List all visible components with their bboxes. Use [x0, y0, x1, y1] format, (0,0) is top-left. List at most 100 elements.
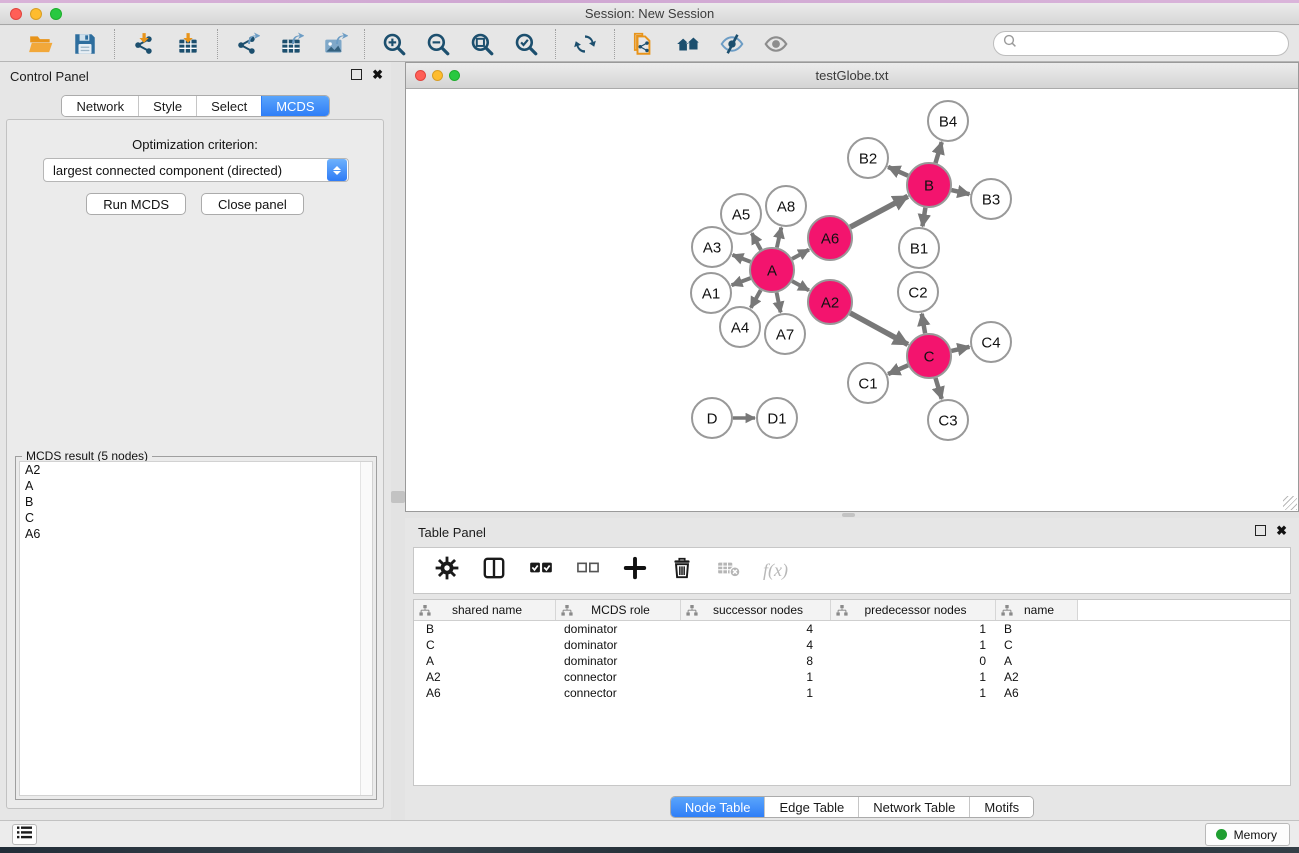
- zoom-in-button[interactable]: [379, 30, 409, 58]
- minimize-window-button[interactable]: [30, 8, 42, 20]
- zoom-fit-button[interactable]: [467, 30, 497, 58]
- network-minimize-button[interactable]: [432, 70, 443, 81]
- close-panel-button[interactable]: Close panel: [201, 193, 304, 215]
- graph-node-A[interactable]: A: [750, 248, 794, 292]
- new-network-selection-button[interactable]: [629, 30, 659, 58]
- table-cell[interactable]: B: [996, 622, 1078, 636]
- tab-motifs[interactable]: Motifs: [969, 797, 1033, 817]
- close-window-button[interactable]: [10, 8, 22, 20]
- table-cell[interactable]: 4: [681, 638, 831, 652]
- table-cell[interactable]: dominator: [556, 654, 681, 668]
- tab-style[interactable]: Style: [138, 96, 196, 116]
- graph-node-A4[interactable]: A4: [720, 307, 760, 347]
- mcds-result-item[interactable]: A2: [20, 462, 372, 478]
- mcds-result-item[interactable]: A: [20, 478, 372, 494]
- network-canvas[interactable]: B4B2BB3A8A5A6A3B1AA1C2A2A4A7C4CC1C3DD1: [407, 90, 1297, 510]
- graph-node-B3[interactable]: B3: [971, 179, 1011, 219]
- select-all-checks-button[interactable]: [528, 558, 554, 584]
- save-button[interactable]: [70, 30, 100, 58]
- graph-node-C1[interactable]: C1: [848, 363, 888, 403]
- import-network-button[interactable]: [129, 30, 159, 58]
- window-resize-grip[interactable]: [1283, 496, 1297, 510]
- graph-edge-A6-B[interactable]: [850, 196, 908, 227]
- graph-edge-A-A5[interactable]: [752, 233, 761, 250]
- graph-node-B2[interactable]: B2: [848, 138, 888, 178]
- table-cell[interactable]: connector: [556, 670, 681, 684]
- column-header-predecessor-nodes[interactable]: predecessor nodes: [831, 600, 996, 620]
- table-cell[interactable]: 0: [831, 654, 996, 668]
- table-cell[interactable]: A: [996, 654, 1078, 668]
- memory-button[interactable]: Memory: [1205, 823, 1290, 846]
- graph-edge-B-B1[interactable]: [922, 208, 925, 227]
- table-cell[interactable]: A2: [414, 670, 556, 684]
- graph-node-A5[interactable]: A5: [721, 194, 761, 234]
- table-cell[interactable]: C: [996, 638, 1078, 652]
- import-table-button[interactable]: [173, 30, 203, 58]
- table-cell[interactable]: connector: [556, 686, 681, 700]
- zoom-out-button[interactable]: [423, 30, 453, 58]
- graph-edge-C-C2[interactable]: [922, 314, 925, 334]
- network-maximize-button[interactable]: [449, 70, 460, 81]
- table-row[interactable]: A2connector11A2: [414, 669, 1290, 685]
- settings-gear-button[interactable]: [434, 558, 460, 584]
- maximize-window-button[interactable]: [50, 8, 62, 20]
- table-float-panel-icon[interactable]: [1255, 525, 1266, 536]
- graph-node-A6[interactable]: A6: [808, 216, 852, 260]
- graph-edge-A-A4[interactable]: [751, 290, 761, 308]
- optimization-select[interactable]: largest connected component (directed): [43, 158, 349, 182]
- graph-node-C4[interactable]: C4: [971, 322, 1011, 362]
- graph-node-B[interactable]: B: [907, 163, 951, 207]
- tab-edge-table[interactable]: Edge Table: [764, 797, 858, 817]
- table-cell[interactable]: 1: [831, 622, 996, 636]
- search-box[interactable]: [993, 31, 1289, 56]
- table-cell[interactable]: A: [414, 654, 556, 668]
- graph-edge-B-B4[interactable]: [936, 142, 942, 163]
- mcds-result-item[interactable]: C: [20, 510, 372, 526]
- graph-node-D[interactable]: D: [692, 398, 732, 438]
- table-cell[interactable]: 1: [681, 686, 831, 700]
- open-folder-button[interactable]: [26, 30, 56, 58]
- table-cell[interactable]: A2: [996, 670, 1078, 684]
- export-image-button[interactable]: [320, 30, 350, 58]
- mcds-result-item[interactable]: B: [20, 494, 372, 510]
- graph-node-B4[interactable]: B4: [928, 101, 968, 141]
- column-header-name[interactable]: name: [996, 600, 1078, 620]
- network-close-button[interactable]: [415, 70, 426, 81]
- table-cell[interactable]: 1: [831, 670, 996, 684]
- table-row[interactable]: Adominator80A: [414, 653, 1290, 669]
- graph-edge-B-B3[interactable]: [951, 190, 969, 194]
- table-cell[interactable]: dominator: [556, 638, 681, 652]
- table-row[interactable]: A6connector11A6: [414, 685, 1290, 701]
- table-cell[interactable]: 4: [681, 622, 831, 636]
- graph-edge-A-A6[interactable]: [792, 250, 809, 259]
- table-cell[interactable]: C: [414, 638, 556, 652]
- tab-network[interactable]: Network: [62, 96, 138, 116]
- delete-column-trash-button[interactable]: [669, 558, 695, 584]
- column-layout-button[interactable]: [481, 558, 507, 584]
- tab-mcds[interactable]: MCDS: [261, 96, 328, 116]
- run-mcds-button[interactable]: Run MCDS: [86, 193, 186, 215]
- graph-edge-A-A7[interactable]: [777, 293, 781, 313]
- tab-network-table[interactable]: Network Table: [858, 797, 969, 817]
- column-header-successor-nodes[interactable]: successor nodes: [681, 600, 831, 620]
- graph-node-C2[interactable]: C2: [898, 272, 938, 312]
- vertical-splitter-handle[interactable]: [391, 491, 405, 503]
- mcds-result-item[interactable]: A6: [20, 526, 372, 542]
- table-close-panel-icon[interactable]: ✖: [1276, 525, 1287, 536]
- hide-graphics-eye-button[interactable]: [717, 30, 747, 58]
- table-cell[interactable]: 1: [831, 686, 996, 700]
- column-header-MCDS-role[interactable]: MCDS role: [556, 600, 681, 620]
- add-column-button[interactable]: [622, 558, 648, 584]
- graph-edge-A-A8[interactable]: [777, 228, 781, 248]
- graph-node-A3[interactable]: A3: [692, 227, 732, 267]
- clear-checks-button[interactable]: [575, 558, 601, 584]
- graph-node-C[interactable]: C: [907, 334, 951, 378]
- float-panel-icon[interactable]: [351, 69, 362, 80]
- tab-select[interactable]: Select: [196, 96, 261, 116]
- graph-edge-A-A2[interactable]: [792, 281, 809, 290]
- network-window-titlebar[interactable]: testGlobe.txt: [406, 63, 1298, 89]
- export-network-button[interactable]: [232, 30, 262, 58]
- table-cell[interactable]: 8: [681, 654, 831, 668]
- refresh-button[interactable]: [570, 30, 600, 58]
- graph-edge-A2-C[interactable]: [850, 313, 908, 345]
